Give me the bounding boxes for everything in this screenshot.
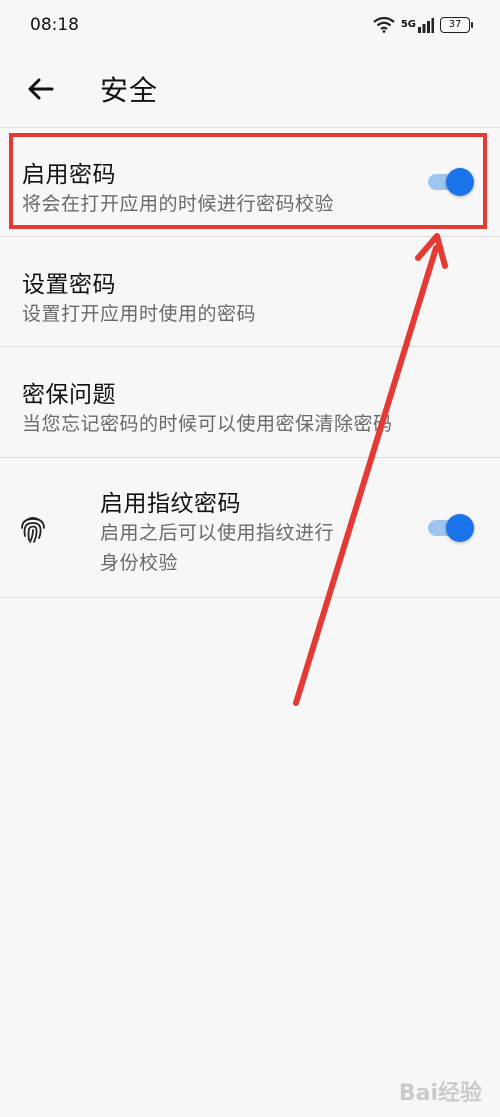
- back-button[interactable]: [10, 59, 70, 119]
- setting-title: 设置密码: [22, 272, 116, 298]
- page-title: 安全: [100, 73, 159, 107]
- network-5g-label: 5G: [400, 19, 416, 30]
- setting-subtitle-line1: 启用之后可以使用指纹进行: [100, 522, 335, 544]
- setting-security-question[interactable]: 密保问题 当您忘记密码的时候可以使用密保清除密码: [0, 347, 500, 458]
- app-bar: 安全: [0, 50, 500, 128]
- wifi-icon: [373, 17, 395, 33]
- signal-icon: [418, 18, 434, 33]
- setting-title: 密保问题: [22, 382, 116, 408]
- toggle-knob: [446, 514, 474, 542]
- setting-fingerprint[interactable]: 启用指纹密码 启用之后可以使用指纹进行 身份校验: [0, 458, 500, 598]
- fingerprint-icon: [21, 517, 45, 543]
- setting-subtitle: 设置打开应用时使用的密码: [22, 303, 257, 325]
- battery-icon: 37: [440, 17, 473, 33]
- status-bar: 08:18 5G 37: [0, 0, 500, 50]
- setting-subtitle: 将会在打开应用的时候进行密码校验: [22, 193, 335, 215]
- watermark-logo: Bai经验: [398, 1081, 482, 1106]
- setting-enable-password[interactable]: 启用密码 将会在打开应用的时候进行密码校验: [0, 129, 500, 237]
- setting-subtitle: 当您忘记密码的时候可以使用密保清除密码: [22, 413, 393, 435]
- setting-title: 启用指纹密码: [100, 491, 241, 517]
- toggle-knob: [446, 168, 474, 196]
- setting-title: 启用密码: [22, 162, 116, 188]
- enable-password-toggle[interactable]: [426, 167, 474, 197]
- status-icons: 5G 37: [373, 17, 473, 33]
- status-time: 08:18: [30, 15, 79, 35]
- setting-set-password[interactable]: 设置密码 设置打开应用时使用的密码: [0, 237, 500, 347]
- arrow-left-icon: [28, 78, 54, 99]
- fingerprint-toggle[interactable]: [426, 513, 474, 543]
- setting-subtitle-line2: 身份校验: [100, 552, 179, 574]
